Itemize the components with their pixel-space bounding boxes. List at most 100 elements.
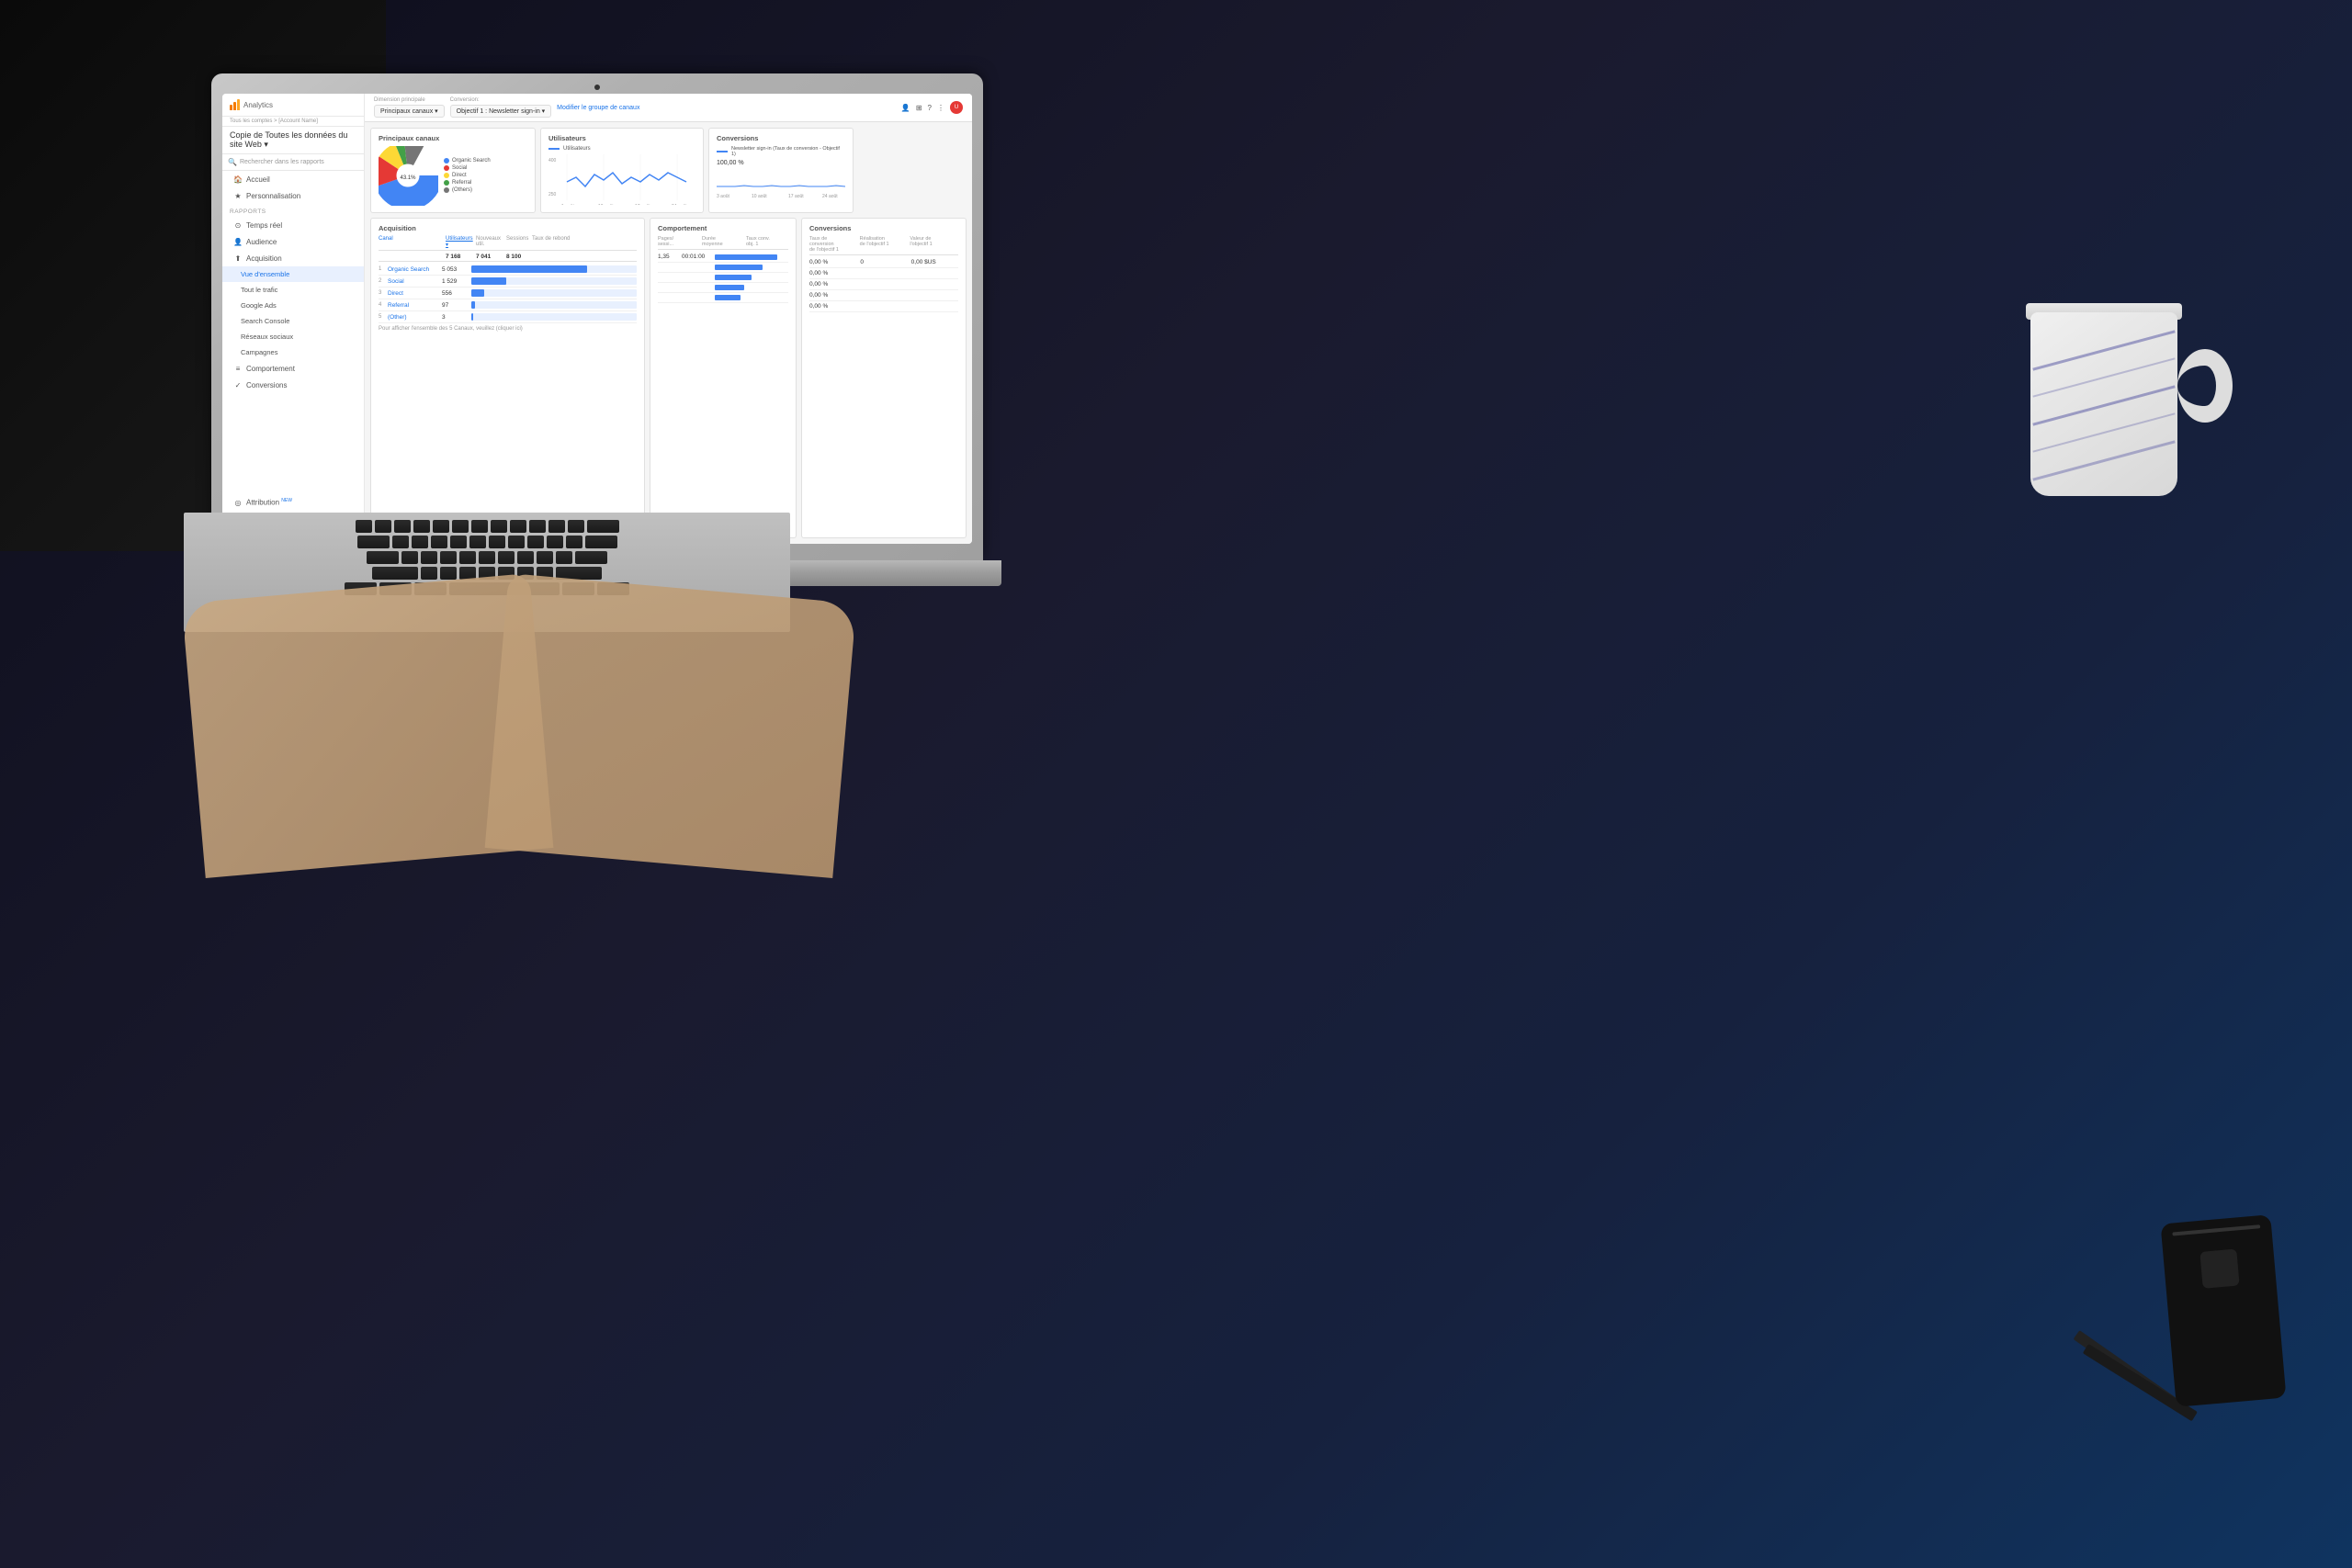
phone-speaker — [2172, 1224, 2260, 1235]
users-legend: Utilisateurs — [548, 146, 695, 152]
behav-bar — [715, 285, 744, 290]
mug-handle — [2177, 349, 2233, 423]
card-conversions-top: Conversions Newsletter sign-in (Taux de … — [708, 128, 854, 213]
nav-search-console[interactable]: Search Console — [222, 313, 364, 329]
macbook-bezel: Analytics Tous les comptes > [Account Na… — [211, 73, 983, 560]
personalisation-icon: ★ — [233, 191, 243, 200]
col-new-users: Nouveaux util. — [476, 236, 503, 248]
conv-value: 100,00 % — [717, 160, 845, 166]
row-bar — [471, 289, 637, 297]
user-avatar[interactable]: U — [950, 101, 963, 114]
key-tab — [357, 536, 390, 548]
table-row: 3 Direct 556 — [379, 288, 637, 299]
grid-icon[interactable]: ⊞ — [916, 104, 922, 112]
bar-fill — [471, 313, 473, 321]
conv-legend-line — [717, 151, 728, 152]
nav-google-ads[interactable]: Google Ads — [222, 298, 364, 313]
users-legend-label: Utilisateurs — [563, 146, 591, 152]
ga-dashboard: Principaux canaux — [365, 122, 972, 544]
nav-acquisition[interactable]: ⬆ Acquisition — [222, 250, 364, 266]
svg-text:1 août: 1 août — [561, 204, 575, 205]
more-icon[interactable]: ⋮ — [937, 104, 944, 112]
nav-temps-reel[interactable]: ⊙ Temps réel — [222, 217, 364, 233]
key-row-3 — [195, 551, 779, 564]
svg-text:24 août: 24 août — [822, 194, 838, 199]
mug — [2012, 294, 2233, 570]
nav-audience[interactable]: 👤 Audience — [222, 233, 364, 250]
acquisition-footer: Pour afficher l'ensemble des 5 Canaux, v… — [379, 326, 637, 332]
nav-vue-ensemble[interactable]: Vue d'ensemble — [222, 266, 364, 282]
total-label — [379, 254, 443, 260]
legend-dot-direct — [444, 173, 449, 178]
row-users: 1 529 — [442, 278, 468, 285]
key — [440, 567, 457, 580]
nav-comportement[interactable]: ≡ Comportement — [222, 360, 364, 377]
row-label[interactable]: Organic Search — [388, 266, 438, 273]
card-title-pie: Principaux canaux — [379, 134, 527, 142]
ga-logo-bar2 — [233, 102, 236, 110]
key — [452, 520, 469, 533]
key — [489, 536, 505, 548]
phone-device — [2161, 1214, 2287, 1407]
row-label[interactable]: (Other) — [388, 314, 438, 321]
nav-personalisation[interactable]: ★ Personnalisation — [222, 187, 364, 204]
ga-sidebar: Analytics Tous les comptes > [Account Na… — [222, 94, 365, 544]
profile-icon[interactable]: 👤 — [901, 104, 910, 112]
behav-bar — [715, 295, 741, 300]
ga-logo-bar1 — [230, 105, 232, 110]
row-label[interactable]: Social — [388, 278, 438, 285]
modify-group-link[interactable]: Modifier le groupe de canaux — [557, 105, 639, 111]
svg-text:24 août: 24 août — [672, 204, 687, 205]
row-bar — [471, 277, 637, 285]
table-row: 1,35 00:01:00 — [658, 252, 788, 263]
total-new: 7 041 — [476, 254, 503, 260]
filter-conversion[interactable]: Objectif 1 : Newsletter sign-in ▾ — [450, 105, 552, 118]
phone-screen — [2199, 1249, 2239, 1289]
ga-search[interactable]: 🔍 Rechercher dans les rapports — [222, 154, 364, 171]
filter-principaux-canaux[interactable]: Principaux canaux ▾ — [374, 105, 445, 118]
nav-campagnes[interactable]: Campagnes — [222, 344, 364, 360]
card-principaux-canaux: Principaux canaux — [370, 128, 536, 213]
key — [527, 536, 544, 548]
nav-reseaux-sociaux[interactable]: Réseaux sociaux — [222, 329, 364, 344]
legend-organic: Organic Search — [444, 158, 491, 164]
nav-attribution[interactable]: ◎ Attribution NEW — [222, 494, 364, 511]
mug-body — [2030, 312, 2177, 496]
row-label[interactable]: Direct — [388, 290, 438, 297]
table-row: 0,00 % 0 0,00 $US — [809, 257, 958, 268]
realtime-icon: ⊙ — [233, 220, 243, 230]
key — [491, 520, 507, 533]
macbook-screen: Analytics Tous les comptes > [Account Na… — [222, 94, 972, 544]
key — [471, 520, 488, 533]
key — [537, 551, 553, 564]
acquisition-title: Acquisition — [379, 224, 637, 232]
nav-tout-trafic[interactable]: Tout le trafic — [222, 282, 364, 298]
table-row: 4 Referral 97 — [379, 299, 637, 311]
legend-direct: Direct — [444, 173, 491, 178]
key — [556, 551, 572, 564]
ga-logo — [230, 99, 240, 110]
comportement-icon: ≡ — [233, 364, 243, 373]
row-label[interactable]: Referral — [388, 302, 438, 309]
key — [510, 520, 526, 533]
summary-cards: Principaux canaux — [370, 128, 967, 213]
col-canal: Canal — [379, 236, 443, 248]
topbar-icons: 👤 ⊞ ? ⋮ U — [901, 101, 963, 114]
key-row-2 — [195, 536, 779, 548]
mug-stripes — [2030, 312, 2177, 496]
conv-col-headers: Taux deconversionde l'objectif 1 Réalisa… — [809, 236, 958, 255]
nav-conversions[interactable]: ✓ Conversions — [222, 377, 364, 393]
key — [508, 536, 525, 548]
table-row: 0,00 % — [809, 301, 958, 312]
key — [412, 536, 428, 548]
help-icon[interactable]: ? — [928, 104, 932, 112]
key — [529, 520, 546, 533]
nav-home[interactable]: 🏠 Accueil — [222, 171, 364, 187]
key — [469, 536, 486, 548]
conversions-icon: ✓ — [233, 380, 243, 389]
legend-referral: Referral — [444, 180, 491, 186]
conversion-label: Conversion: — [450, 97, 552, 103]
key — [450, 536, 467, 548]
totals-row: 7 168 7 041 8 100 — [379, 253, 637, 262]
key — [392, 536, 409, 548]
